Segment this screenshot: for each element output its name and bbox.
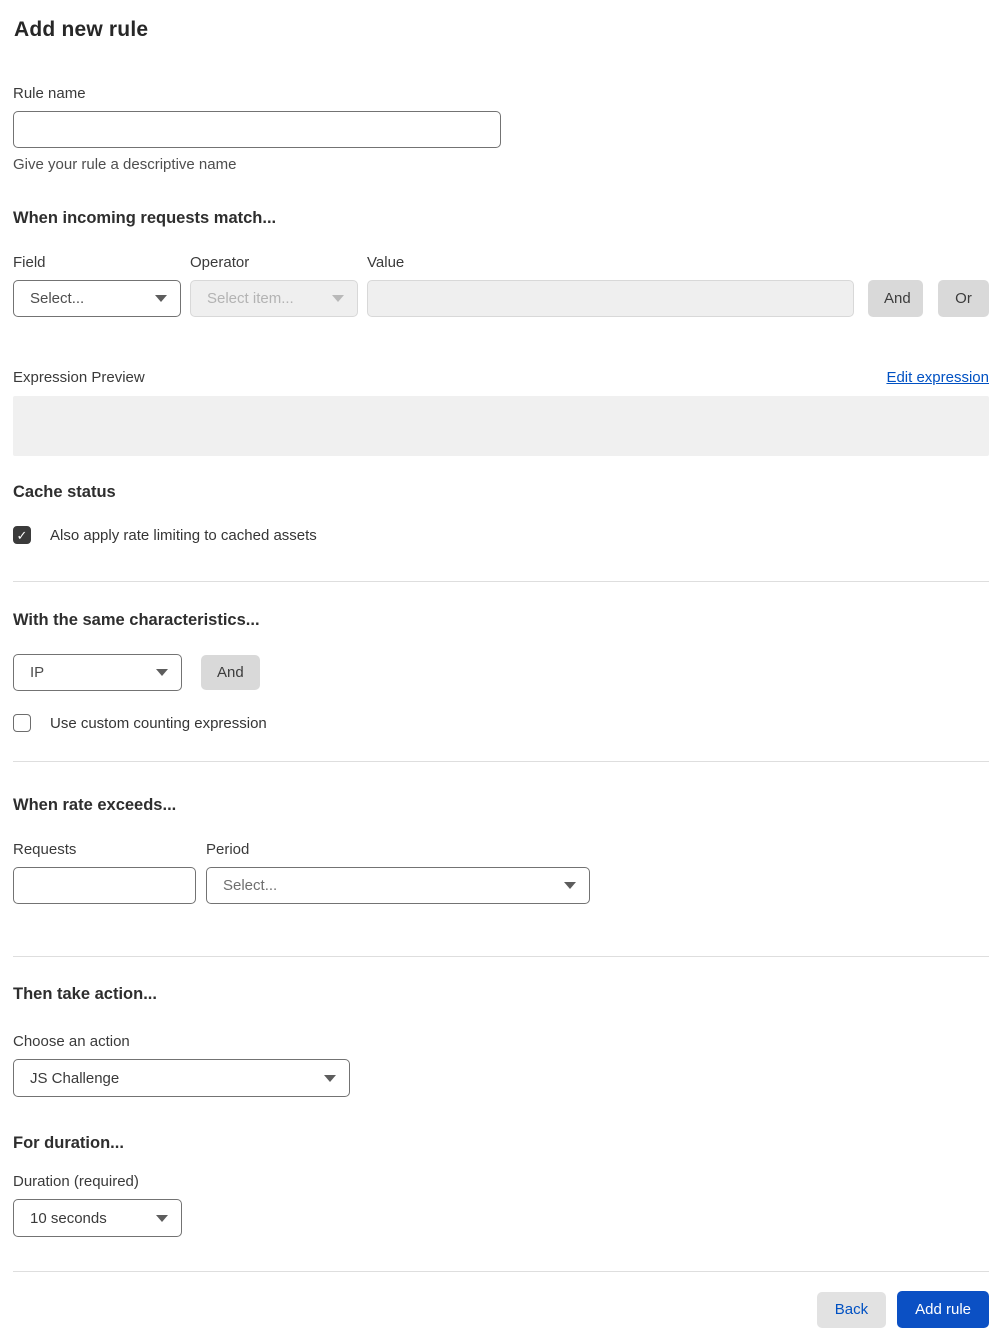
- rule-name-input[interactable]: [13, 111, 501, 148]
- or-button[interactable]: Or: [938, 280, 989, 317]
- rate-heading: When rate exceeds...: [13, 796, 177, 814]
- value-column: Value: [367, 254, 854, 317]
- cache-status-heading: Cache status: [13, 483, 116, 501]
- action-select-value: JS Challenge: [30, 1069, 120, 1087]
- field-label: Field: [13, 254, 46, 271]
- period-column: Period Select...: [206, 841, 590, 904]
- duration-section: For duration... Duration (required) 10 s…: [13, 1134, 989, 1237]
- action-section: Then take action... Choose an action JS …: [13, 985, 989, 1097]
- cached-assets-checkbox[interactable]: ✓: [13, 526, 31, 544]
- field-select-value: Select...: [30, 290, 85, 307]
- rule-name-helper: Give your rule a descriptive name: [13, 156, 237, 173]
- edit-expression-link[interactable]: Edit expression: [886, 369, 989, 386]
- back-button[interactable]: Back: [816, 1291, 887, 1328]
- match-controls-row: Field Select... Operator Select item... …: [13, 254, 989, 317]
- chevron-down-icon: [155, 295, 167, 302]
- match-heading: When incoming requests match...: [13, 209, 277, 227]
- form-footer: Back Add rule: [13, 1291, 989, 1328]
- duration-label: Duration (required): [13, 1173, 139, 1190]
- characteristics-section: With the same characteristics... IP And …: [13, 611, 989, 732]
- rate-section: When rate exceeds... Requests Period Sel…: [13, 796, 989, 904]
- custom-counting-row: Use custom counting expression: [13, 714, 989, 732]
- period-select[interactable]: Select...: [206, 867, 590, 904]
- operator-column: Operator Select item...: [190, 254, 358, 317]
- action-label: Choose an action: [13, 1033, 130, 1050]
- chevron-down-icon: [324, 1074, 336, 1082]
- field-column: Field Select...: [13, 254, 181, 317]
- characteristics-row: IP And: [13, 654, 989, 691]
- expression-preview-box: [13, 396, 989, 456]
- add-rule-form: Add new rule Rule name Give your rule a …: [0, 0, 1002, 1328]
- expression-section: Expression Preview Edit expression: [13, 369, 989, 456]
- requests-input[interactable]: [13, 867, 196, 904]
- divider: [13, 1271, 989, 1272]
- custom-counting-checkbox[interactable]: [13, 714, 31, 732]
- chevron-down-icon: [156, 669, 168, 676]
- operator-label: Operator: [190, 254, 250, 271]
- divider: [13, 761, 989, 762]
- rule-name-label: Rule name: [13, 85, 86, 102]
- characteristics-and-button[interactable]: And: [201, 655, 260, 690]
- cached-assets-checkbox-label: Also apply rate limiting to cached asset…: [50, 526, 317, 544]
- requests-label: Requests: [13, 841, 77, 858]
- characteristics-heading: With the same characteristics...: [13, 611, 260, 629]
- custom-counting-checkbox-label: Use custom counting expression: [50, 714, 267, 732]
- expression-header: Expression Preview Edit expression: [13, 369, 989, 386]
- chevron-down-icon: [332, 295, 344, 302]
- period-select-value: Select...: [223, 877, 278, 894]
- add-rule-button[interactable]: Add rule: [897, 1291, 989, 1328]
- chevron-down-icon: [564, 882, 576, 889]
- action-heading: Then take action...: [13, 985, 157, 1003]
- action-select[interactable]: JS Challenge: [13, 1059, 350, 1097]
- value-label: Value: [367, 254, 405, 271]
- divider: [13, 956, 989, 957]
- field-select[interactable]: Select...: [13, 280, 181, 317]
- expression-preview-label: Expression Preview: [13, 369, 145, 386]
- duration-select-value: 10 seconds: [30, 1209, 107, 1227]
- divider: [13, 581, 989, 582]
- rate-controls-row: Requests Period Select...: [13, 841, 989, 904]
- period-label: Period: [206, 841, 250, 858]
- duration-heading: For duration...: [13, 1134, 124, 1152]
- cache-checkbox-row: ✓ Also apply rate limiting to cached ass…: [13, 526, 989, 544]
- value-input: [367, 280, 854, 317]
- match-section: When incoming requests match... Field Se…: [13, 209, 989, 317]
- cache-status-section: Cache status ✓ Also apply rate limiting …: [13, 483, 989, 544]
- requests-column: Requests: [13, 841, 196, 904]
- operator-select: Select item...: [190, 280, 358, 317]
- and-button[interactable]: And: [868, 280, 923, 317]
- checkmark-icon: ✓: [16, 527, 28, 543]
- characteristic-select-value: IP: [30, 664, 45, 681]
- characteristic-select[interactable]: IP: [13, 654, 182, 691]
- page-title: Add new rule: [14, 18, 149, 41]
- duration-select[interactable]: 10 seconds: [13, 1199, 182, 1237]
- rule-name-group: Rule name Give your rule a descriptive n…: [13, 85, 501, 173]
- operator-select-value: Select item...: [207, 290, 294, 307]
- chevron-down-icon: [156, 1214, 168, 1222]
